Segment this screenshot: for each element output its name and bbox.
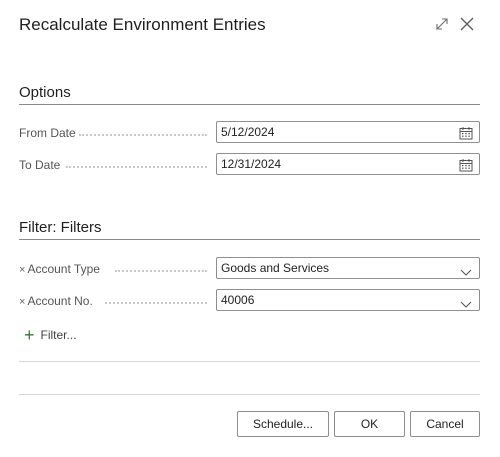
from-date-label: From Date	[19, 126, 76, 140]
account-type-label-text: Account Type	[27, 262, 100, 276]
to-date-leader	[66, 166, 207, 168]
cancel-button[interactable]: Cancel	[410, 411, 480, 437]
from-date-value: 5/12/2024	[221, 125, 275, 139]
filters-section-divider	[19, 239, 480, 240]
calendar-icon[interactable]	[459, 158, 473, 172]
account-no-label-text: Account No.	[27, 294, 93, 308]
add-filter-link[interactable]: + Filter...	[24, 325, 77, 345]
account-no-value: 40006	[221, 293, 255, 307]
chevron-down-icon[interactable]	[459, 263, 473, 276]
to-date-label: To Date	[19, 158, 61, 172]
close-icon[interactable]	[457, 14, 477, 34]
chevron-down-icon[interactable]	[459, 295, 473, 308]
account-type-value: Goods and Services	[221, 261, 330, 275]
account-no-label: × Account No.	[19, 294, 93, 308]
content-divider	[19, 361, 480, 362]
add-filter-label: Filter...	[40, 328, 77, 342]
filters-section-title: Filter: Filters	[19, 219, 102, 236]
from-date-leader	[79, 134, 207, 136]
schedule-button[interactable]: Schedule...	[237, 411, 329, 437]
account-type-label: × Account Type	[19, 262, 100, 276]
options-section-title: Options	[19, 84, 71, 101]
remove-filter-icon[interactable]: ×	[19, 296, 25, 308]
to-date-field[interactable]: 12/31/2024	[216, 153, 480, 175]
account-type-leader	[115, 270, 207, 272]
expand-icon[interactable]	[432, 14, 452, 34]
footer-divider	[19, 394, 480, 395]
calendar-icon[interactable]	[459, 126, 473, 140]
dialog-title: Recalculate Environment Entries	[19, 15, 266, 34]
account-no-leader	[105, 302, 207, 304]
remove-filter-icon[interactable]: ×	[19, 264, 25, 276]
account-type-select[interactable]: Goods and Services	[216, 257, 480, 279]
from-date-field[interactable]: 5/12/2024	[216, 121, 480, 143]
to-date-value: 12/31/2024	[221, 157, 282, 171]
plus-icon: +	[24, 325, 35, 345]
options-section-divider	[19, 104, 480, 105]
ok-button[interactable]: OK	[334, 411, 405, 437]
account-no-select[interactable]: 40006	[216, 289, 480, 311]
